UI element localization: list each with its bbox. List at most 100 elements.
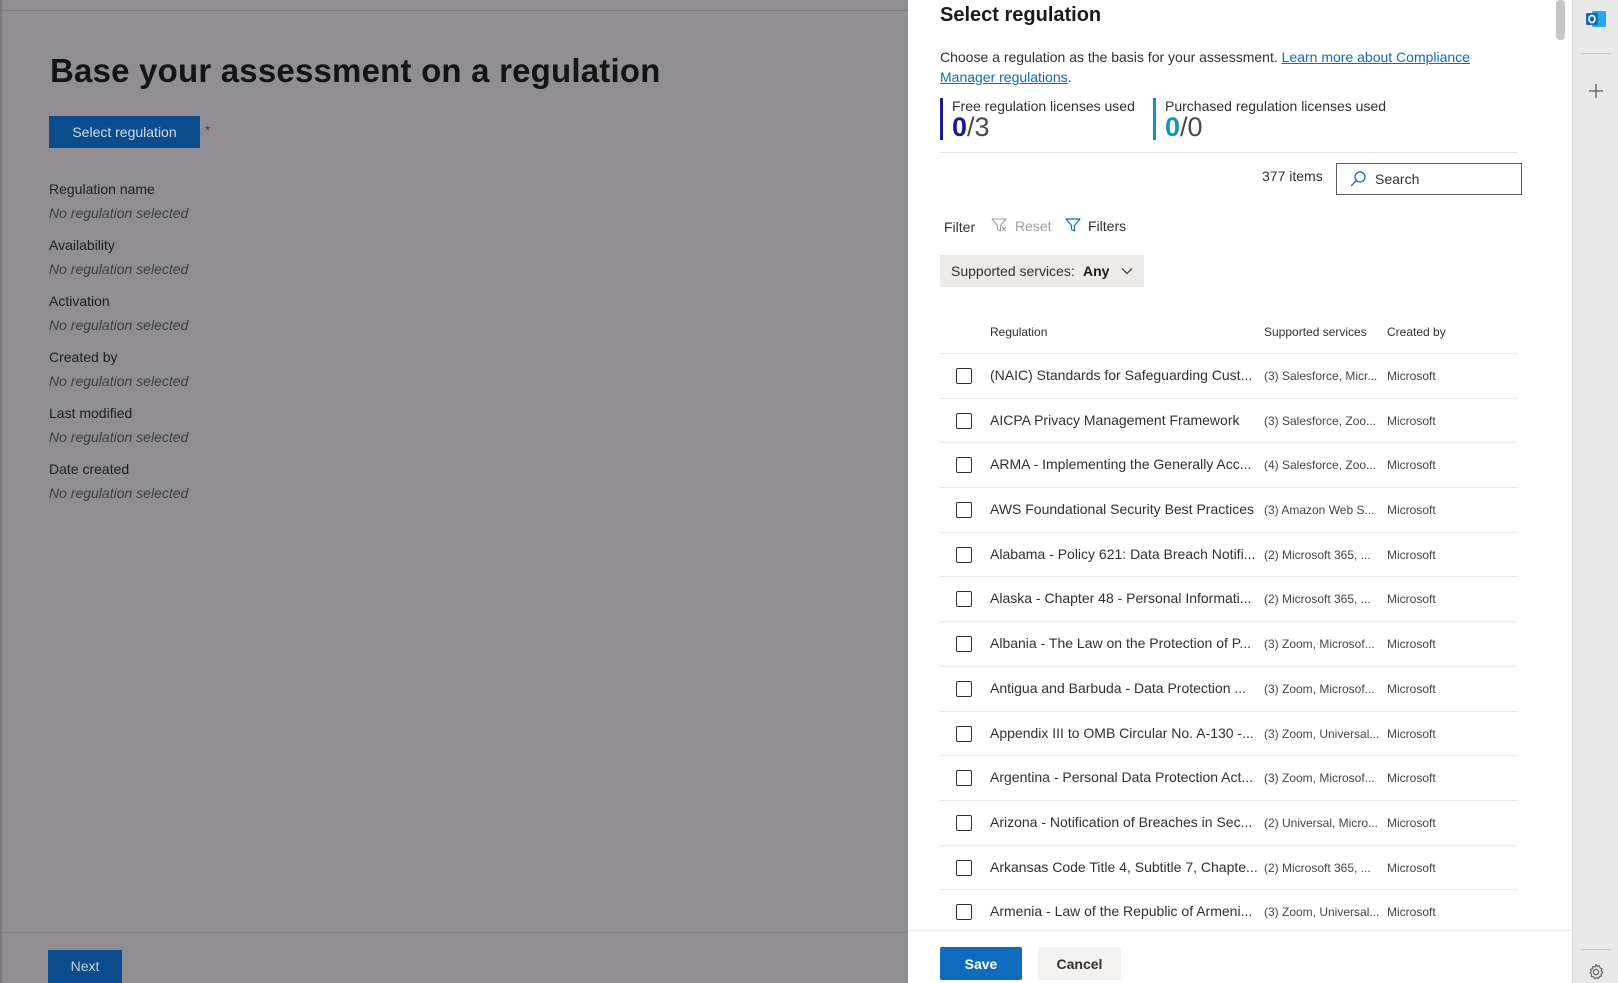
table-row[interactable]: Alabama - Policy 621: Data Breach Notifi… [940, 533, 1518, 578]
free-licenses-value: 0/3 [952, 112, 990, 143]
regulation-name: Alaska - Chapter 48 - Personal Informati… [990, 590, 1252, 607]
row-checkbox[interactable] [956, 904, 972, 921]
row-checkbox[interactable] [956, 770, 972, 787]
select-regulation-button[interactable]: Select regulation [49, 116, 200, 148]
divider [0, 10, 908, 11]
divider [0, 0, 2, 983]
created-by: Microsoft [1387, 592, 1436, 607]
next-button[interactable]: Next [48, 950, 122, 983]
table-row[interactable]: Arkansas Code Title 4, Subtitle 7, Chapt… [940, 846, 1518, 891]
column-header-regulation[interactable]: Regulation [990, 325, 1047, 339]
row-checkbox[interactable] [956, 412, 972, 429]
items-count: 377 items [1262, 168, 1323, 184]
regulation-name: Arkansas Code Title 4, Subtitle 7, Chapt… [990, 858, 1258, 875]
panel-title: Select regulation [940, 4, 1102, 26]
row-checkbox[interactable] [956, 859, 972, 876]
search-input[interactable]: Search [1336, 163, 1522, 195]
divider [1581, 53, 1611, 54]
description-text: Choose a regulation as the basis for you… [940, 49, 1278, 65]
created-by: Microsoft [1387, 771, 1436, 786]
free-licenses-total: /3 [967, 112, 990, 142]
table-row[interactable]: Appendix III to OMB Circular No. A-130 -… [940, 712, 1518, 757]
supported-services: (2) Universal, Micro... [1264, 815, 1379, 830]
regulation-name: AWS Foundational Security Best Practices [990, 501, 1255, 518]
field-label: Availability [49, 237, 115, 253]
reset-button[interactable]: Reset [1015, 218, 1052, 234]
row-checkbox[interactable] [956, 814, 972, 831]
field-last-modified: Last modified No regulation selected [49, 401, 549, 457]
regulation-name: Antigua and Barbuda - Data Protection ..… [990, 679, 1247, 696]
table-row[interactable]: Antigua and Barbuda - Data Protection ..… [940, 667, 1518, 712]
chevron-down-icon [1121, 268, 1133, 275]
table-row[interactable]: AICPA Privacy Management Framework (3) S… [940, 399, 1518, 444]
supported-services-dropdown[interactable]: Supported services: Any [940, 255, 1144, 287]
created-by: Microsoft [1387, 681, 1436, 696]
regulation-details: Regulation name No regulation selected A… [49, 177, 549, 513]
table-row[interactable]: Argentina - Personal Data Protection Act… [940, 756, 1518, 801]
supported-services: (2) Microsoft 365, ... [1264, 860, 1371, 875]
created-by: Microsoft [1387, 413, 1436, 428]
side-rail [1572, 0, 1618, 983]
search-icon [1350, 171, 1366, 187]
row-checkbox[interactable] [956, 368, 972, 384]
purchased-licenses-used-count: 0 [1165, 112, 1181, 142]
row-checkbox[interactable] [956, 636, 972, 653]
regulation-name: Argentina - Personal Data Protection Act… [990, 769, 1254, 786]
regulations-table: Regulation Supported services Created by… [940, 314, 1518, 935]
divider [1581, 949, 1611, 950]
supported-services: (3) Amazon Web S... [1264, 503, 1375, 518]
table-row[interactable]: Alaska - Chapter 48 - Personal Informati… [940, 577, 1518, 623]
created-by: Microsoft [1387, 637, 1436, 652]
supported-services: (3) Zoom, Universal... [1264, 726, 1380, 741]
table-row[interactable]: Armenia - Law of the Republic of Armeni.… [940, 890, 1518, 935]
column-header-created-by[interactable]: Created by [1387, 325, 1446, 339]
purchased-licenses-value: 0/0 [1165, 112, 1203, 143]
field-value: No regulation selected [49, 205, 189, 221]
scrollbar-thumb[interactable] [1556, 0, 1565, 40]
field-value: No regulation selected [49, 261, 189, 277]
purchased-license-accent-bar [1153, 98, 1156, 140]
regulation-name: Armenia - Law of the Republic of Armeni.… [990, 903, 1253, 920]
row-checkbox[interactable] [956, 546, 972, 563]
row-checkbox[interactable] [956, 680, 972, 697]
divider [940, 152, 1518, 153]
table-row[interactable]: Albania - The Law on the Protection of P… [940, 622, 1518, 667]
filter-icon [1065, 218, 1081, 232]
created-by: Microsoft [1387, 547, 1436, 562]
field-value: No regulation selected [49, 485, 189, 501]
table-row[interactable]: (NAIC) Standards for Safeguarding Cust..… [940, 354, 1518, 399]
supported-services: (3) Zoom, Universal... [1264, 905, 1380, 920]
regulation-name: (NAIC) Standards for Safeguarding Cust..… [990, 367, 1253, 383]
panel-footer: Save Cancel [908, 931, 1572, 983]
row-checkbox[interactable] [956, 591, 972, 608]
created-by: Microsoft [1387, 458, 1436, 473]
supported-services: (3) Zoom, Microsof... [1264, 771, 1375, 786]
dropdown-label: Supported services: [951, 263, 1075, 279]
table-row[interactable]: AWS Foundational Security Best Practices… [940, 488, 1518, 533]
field-label: Date created [49, 461, 130, 477]
filter-reset-icon [991, 218, 1007, 232]
table-header: Regulation Supported services Created by [940, 314, 1518, 354]
field-activation: Activation No regulation selected [49, 289, 549, 345]
row-checkbox[interactable] [956, 725, 972, 742]
plus-icon[interactable] [1588, 83, 1604, 99]
row-checkbox[interactable] [956, 502, 972, 519]
cancel-button[interactable]: Cancel [1038, 947, 1121, 980]
select-regulation-panel: Select regulation Choose a regulation as… [908, 0, 1572, 983]
row-checkbox[interactable] [956, 457, 972, 474]
field-date-created: Date created No regulation selected [49, 457, 549, 513]
filters-button[interactable]: Filters [1088, 218, 1126, 234]
field-label: Regulation name [49, 181, 155, 197]
table-row[interactable]: ARMA - Implementing the Generally Acc...… [940, 443, 1518, 489]
save-button[interactable]: Save [940, 947, 1022, 980]
free-licenses-used-count: 0 [952, 112, 968, 142]
filter-label: Filter [944, 219, 976, 235]
outlook-icon[interactable] [1585, 8, 1607, 30]
gear-icon[interactable] [1587, 963, 1605, 981]
table-row[interactable]: Arizona - Notification of Breaches in Se… [940, 801, 1518, 846]
created-by: Microsoft [1387, 905, 1436, 920]
column-header-supported-services[interactable]: Supported services [1264, 325, 1367, 339]
created-by: Microsoft [1387, 503, 1436, 518]
created-by: Microsoft [1387, 369, 1436, 383]
supported-services: (2) Microsoft 365, ... [1264, 547, 1371, 562]
